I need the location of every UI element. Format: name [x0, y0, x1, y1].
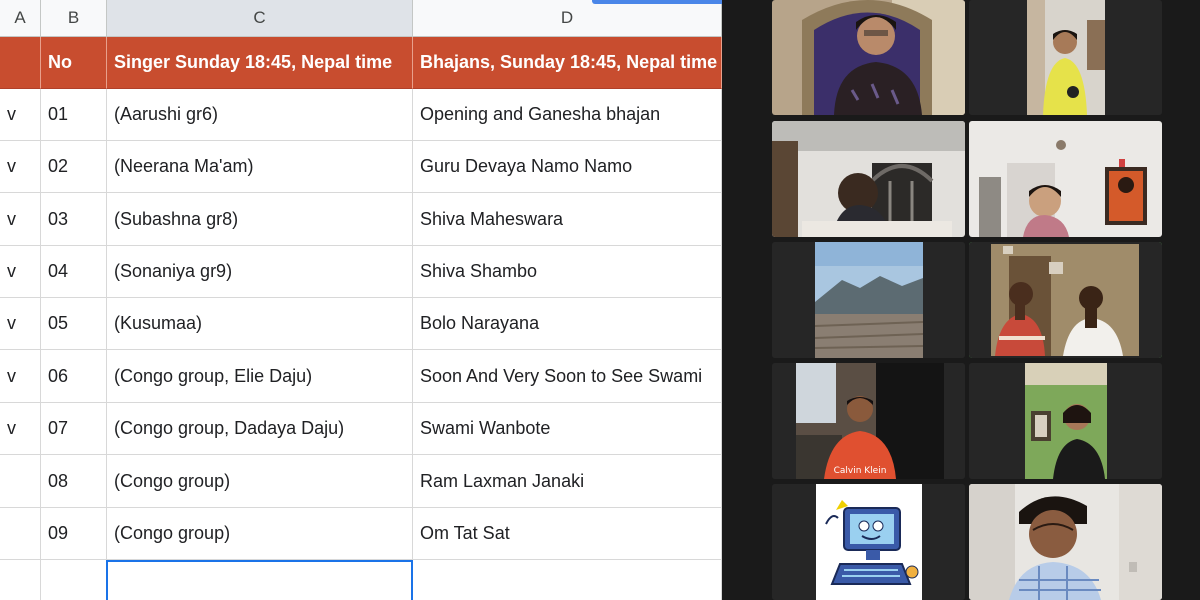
- cell-mark[interactable]: v: [0, 246, 41, 298]
- cell-mark[interactable]: v: [0, 141, 41, 193]
- participant-video-tile[interactable]: [969, 121, 1162, 237]
- cell-mark[interactable]: v: [0, 350, 41, 403]
- shirt-text: Calvin Klein: [834, 466, 887, 476]
- cell-mark[interactable]: [0, 508, 41, 560]
- selection-indicator: [592, 0, 722, 4]
- cell-bhajan[interactable]: Guru Devaya Namo Namo: [413, 141, 722, 193]
- header-no-label: No: [48, 52, 72, 72]
- participant-video: Calvin Klein: [772, 363, 965, 479]
- cell-no[interactable]: 09: [41, 508, 107, 560]
- header-cell-no[interactable]: No: [41, 37, 107, 89]
- header-bhajan-label: Bhajans, Sunday 18:45, Nepal time: [420, 52, 718, 72]
- participant-video-tile[interactable]: [772, 121, 965, 237]
- cell-empty[interactable]: [0, 560, 41, 600]
- column-header-label: D: [560, 8, 574, 27]
- participant-video: [969, 363, 1162, 479]
- cell-singer[interactable]: (Congo group): [107, 455, 413, 508]
- cell-bhajan[interactable]: Soon And Very Soon to See Swami: [413, 350, 722, 403]
- cell-bhajan[interactable]: Opening and Ganesha bhajan: [413, 89, 722, 141]
- cell-singer[interactable]: (Kusumaa): [107, 298, 413, 350]
- participant-video: [969, 242, 1162, 358]
- cell-singer[interactable]: (Congo group, Dadaya Daju): [107, 403, 413, 455]
- cell-no[interactable]: 06: [41, 350, 107, 403]
- cell-no[interactable]: 08: [41, 455, 107, 508]
- participant-video: [772, 121, 965, 237]
- cell-no[interactable]: 01: [41, 89, 107, 141]
- column-header-label: B: [67, 8, 80, 27]
- column-header-c[interactable]: C: [107, 0, 413, 37]
- column-header-label: C: [253, 8, 266, 27]
- participant-video: [772, 484, 965, 600]
- cell-mark[interactable]: [0, 455, 41, 508]
- participant-video-tile[interactable]: [772, 0, 965, 115]
- participant-video-tile[interactable]: [969, 0, 1162, 115]
- cell-bhajan[interactable]: Shiva Shambo: [413, 246, 722, 298]
- participant-video-tile[interactable]: [772, 484, 965, 600]
- cell-mark[interactable]: v: [0, 193, 41, 246]
- cell-no[interactable]: 07: [41, 403, 107, 455]
- participant-video: [969, 484, 1162, 600]
- cell-singer[interactable]: (Congo group): [107, 508, 413, 560]
- participant-video: [969, 121, 1162, 237]
- cell-bhajan[interactable]: Om Tat Sat: [413, 508, 722, 560]
- header-singer-label: Singer Sunday 18:45, Nepal time: [114, 52, 393, 72]
- cell-singer[interactable]: (Neerana Ma'am): [107, 141, 413, 193]
- cell-mark[interactable]: v: [0, 89, 41, 141]
- cell-bhajan[interactable]: Ram Laxman Janaki: [413, 455, 722, 508]
- cell-no[interactable]: 04: [41, 246, 107, 298]
- column-header-label: A: [14, 8, 26, 27]
- cell-bhajan[interactable]: Shiva Maheswara: [413, 193, 722, 246]
- cell-empty[interactable]: [41, 560, 107, 600]
- participant-video-tile[interactable]: [772, 242, 965, 358]
- cell-no[interactable]: 03: [41, 193, 107, 246]
- cell-singer[interactable]: (Aarushi gr6): [107, 89, 413, 141]
- participant-video: [969, 0, 1162, 115]
- cell-mark[interactable]: v: [0, 403, 41, 455]
- cell-bhajan[interactable]: Bolo Narayana: [413, 298, 722, 350]
- column-header-a[interactable]: A: [0, 0, 41, 37]
- header-cell-singer[interactable]: Singer Sunday 18:45, Nepal time: [107, 37, 413, 89]
- cell-bhajan[interactable]: Swami Wanbote: [413, 403, 722, 455]
- header-cell-a[interactable]: [0, 37, 41, 89]
- cell-singer[interactable]: (Subashna gr8): [107, 193, 413, 246]
- spreadsheet: A B C D No Singer Sunday 18:45, Nepal ti…: [0, 0, 722, 600]
- participant-video: [772, 0, 965, 115]
- cell-singer[interactable]: (Sonaniya gr9): [107, 246, 413, 298]
- participant-video-tile-active[interactable]: [969, 242, 1162, 358]
- participant-video-tile[interactable]: [969, 363, 1162, 479]
- video-grid: Calvin Klein: [722, 0, 1200, 600]
- cell-no[interactable]: 02: [41, 141, 107, 193]
- participant-video-tile[interactable]: Calvin Klein: [772, 363, 965, 479]
- active-cell-selection: [106, 560, 413, 600]
- column-header-b[interactable]: B: [41, 0, 107, 37]
- column-header-d[interactable]: D: [413, 0, 722, 37]
- cell-singer[interactable]: (Congo group, Elie Daju): [107, 350, 413, 403]
- cell-mark[interactable]: v: [0, 298, 41, 350]
- cell-no[interactable]: 05: [41, 298, 107, 350]
- cell-empty[interactable]: [413, 560, 722, 600]
- header-cell-bhajan[interactable]: Bhajans, Sunday 18:45, Nepal time: [413, 37, 722, 89]
- participant-video: [772, 242, 965, 358]
- participant-video-tile[interactable]: [969, 484, 1162, 600]
